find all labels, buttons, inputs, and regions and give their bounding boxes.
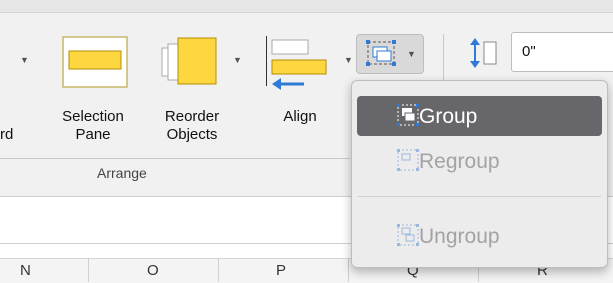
align-edge-line	[266, 36, 267, 86]
column-header-o[interactable]: O	[147, 262, 159, 279]
reorder-objects-icon[interactable]	[160, 34, 220, 95]
group-objects-button[interactable]: ▼	[356, 34, 424, 74]
selection-pane-icon[interactable]	[62, 36, 128, 93]
ribbon-separator	[443, 34, 444, 84]
ungroup-icon	[397, 224, 419, 251]
partial-ribbon-label: rd	[0, 126, 14, 143]
shape-height-field[interactable]: 0"	[511, 32, 613, 72]
menu-item-label: Ungroup	[419, 225, 500, 248]
chevron-down-icon[interactable]: ▼	[20, 55, 29, 65]
selection-pane-label: Selection Pane	[62, 108, 124, 143]
menu-item-ungroup[interactable]: Ungroup	[357, 216, 602, 256]
chevron-down-icon[interactable]: ▼	[233, 55, 242, 65]
chevron-down-icon[interactable]: ▼	[344, 55, 353, 65]
group-icon	[397, 104, 419, 131]
menu-separator	[358, 196, 601, 197]
column-separator	[218, 258, 219, 282]
menu-item-label: Group	[419, 105, 478, 128]
column-separator	[88, 258, 89, 282]
regroup-icon	[397, 149, 419, 176]
menu-item-group[interactable]: Group	[357, 96, 602, 136]
ribbon-tab-strip	[0, 0, 613, 13]
arrange-group-divider	[0, 158, 350, 159]
menu-item-label: Regroup	[419, 150, 500, 173]
align-label: Align	[283, 108, 317, 125]
menu-item-regroup[interactable]: Regroup	[357, 141, 602, 181]
arrange-group-label: Arrange	[97, 165, 147, 181]
chevron-down-icon: ▼	[407, 49, 416, 59]
shape-height-icon	[467, 38, 501, 73]
group-dropdown-menu: Group Regroup Ungroup	[351, 80, 608, 268]
column-header-n[interactable]: N	[20, 262, 31, 279]
column-header-p[interactable]: P	[276, 262, 286, 279]
reorder-objects-label: Reorder Objects	[164, 108, 220, 143]
column-separator	[348, 258, 349, 282]
align-icon[interactable]	[270, 34, 340, 99]
